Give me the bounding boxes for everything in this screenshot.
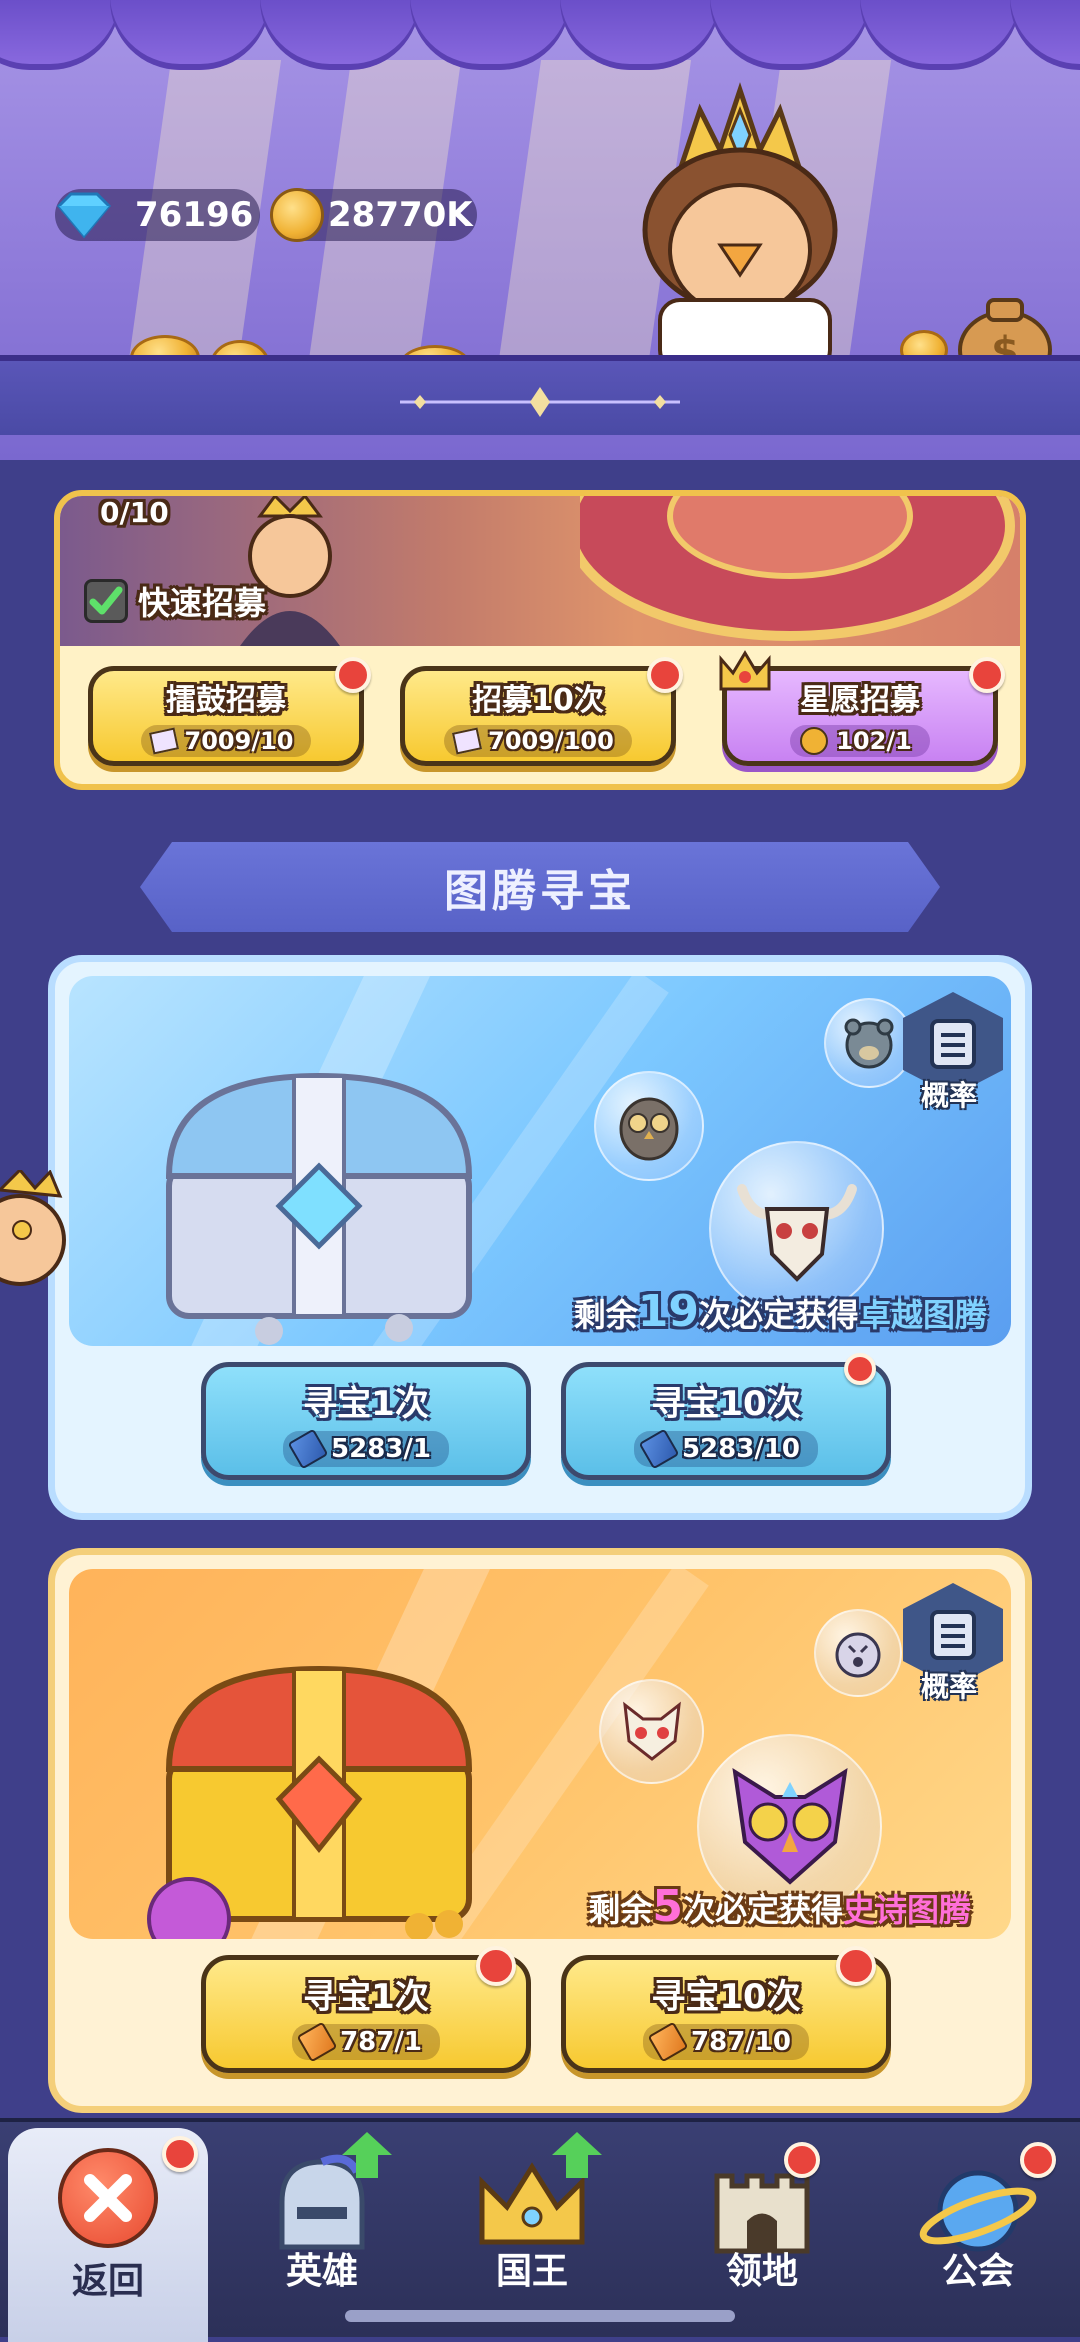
gold-chest-icon	[147, 1665, 473, 1939]
blue-chest-card: 剩余19次必定获得卓越图腾 概率 寻宝1次 5283/1 寻宝10次 5283/…	[48, 955, 1032, 1520]
fox-mask-totem-icon	[599, 1679, 704, 1784]
gold-treasure-1-button[interactable]: 寻宝1次 787/1	[201, 1946, 531, 2073]
divider-ornament-icon	[400, 387, 680, 417]
recruit-progress: 0/10	[100, 496, 169, 529]
home-indicator	[345, 2310, 735, 2322]
document-icon	[930, 1610, 976, 1660]
blue-chest-scene: 剩余19次必定获得卓越图腾	[69, 976, 1011, 1346]
close-icon	[58, 2148, 158, 2248]
notification-badge	[335, 657, 371, 693]
wish-token-icon	[800, 727, 829, 755]
quick-recruit-toggle[interactable]: 快速招募	[84, 578, 266, 624]
notification-badge	[1020, 2142, 1056, 2178]
notification-badge	[836, 1946, 876, 1986]
recruit-panel: 0/10 快速招募 擂鼓招募 7009/10 招募10次 7009/100 星愿…	[54, 490, 1026, 790]
gold-hammer-icon	[647, 2021, 689, 2062]
gold-treasure-10-button[interactable]: 寻宝10次 787/10	[561, 1946, 891, 2073]
checkbox-checked-icon	[84, 579, 128, 623]
gold-count: 28770K	[328, 195, 473, 235]
nav-heroes[interactable]: 英雄	[222, 2132, 422, 2332]
gold-counter[interactable]: 28770K	[270, 188, 477, 242]
gold-chest-scene: 剩余5次必定获得史诗图腾	[69, 1569, 1011, 1939]
owl-totem-icon	[594, 1071, 704, 1181]
blue-treasure-1-button[interactable]: 寻宝1次 5283/1	[201, 1362, 531, 1480]
gem-counter[interactable]: 76196	[55, 189, 260, 241]
notification-badge	[969, 657, 1005, 693]
notification-badge	[844, 1353, 876, 1385]
notification-badge	[784, 2142, 820, 2178]
hammer-icon	[287, 1428, 329, 1469]
king-character-icon	[642, 82, 838, 370]
gold-guarantee-text: 剩余5次必定获得史诗图腾	[588, 1881, 971, 1932]
bottom-nav: 返回 英雄 国王 领地 公会	[0, 2118, 1080, 2342]
gold-guarantee-count: 5	[652, 1881, 683, 1932]
gold-coin-icon	[270, 188, 324, 242]
notification-badge	[476, 1946, 516, 1986]
wish-recruit-button[interactable]: 星愿招募 102/1	[719, 650, 1005, 766]
silver-chest-icon	[165, 1072, 473, 1345]
tiger-totem-icon	[814, 1609, 902, 1697]
notification-badge	[647, 657, 683, 693]
recruit-scroll-icon	[452, 727, 483, 755]
recruit-scroll-icon	[148, 727, 179, 755]
gold-probability-label: 概率	[921, 1670, 978, 1703]
side-character-icon	[0, 1170, 66, 1286]
quick-recruit-label: 快速招募	[138, 584, 267, 622]
blue-guarantee-text: 剩余19次必定获得卓越图腾	[573, 1286, 987, 1337]
recruit-10-button[interactable]: 招募10次 7009/100	[400, 657, 683, 766]
section-title: 图腾寻宝	[444, 866, 636, 917]
blue-treasure-10-button[interactable]: 寻宝10次 5283/10	[561, 1353, 891, 1480]
section-title-ribbon: 图腾寻宝	[140, 842, 940, 932]
bear-totem-icon	[824, 998, 914, 1088]
gem-count: 76196	[135, 195, 254, 235]
document-icon	[930, 1019, 976, 1069]
nav-territory[interactable]: 领地	[662, 2132, 862, 2332]
drum-recruit-button[interactable]: 擂鼓招募 7009/10	[88, 657, 371, 766]
nav-guild[interactable]: 公会	[878, 2132, 1078, 2332]
roulette-wheel-icon	[580, 496, 1015, 641]
stage-divider	[0, 355, 1080, 435]
blue-guarantee-reward: 卓越图腾	[858, 1296, 987, 1334]
gold-chest-card: 剩余5次必定获得史诗图腾 概率 寻宝1次 787/1 寻宝10次 787/10	[48, 1548, 1032, 2113]
crown-badge-icon	[719, 650, 771, 691]
hammer-icon	[638, 1428, 680, 1469]
blue-probability-label: 概率	[921, 1079, 978, 1112]
blue-guarantee-count: 19	[637, 1286, 699, 1337]
nav-back[interactable]: 返回	[8, 2128, 208, 2342]
notification-badge	[162, 2136, 198, 2172]
gold-guarantee-reward: 史诗图腾	[842, 1891, 971, 1929]
nav-king[interactable]: 国王	[432, 2132, 632, 2332]
gold-hammer-icon	[296, 2021, 338, 2062]
diamond-icon	[56, 192, 112, 239]
